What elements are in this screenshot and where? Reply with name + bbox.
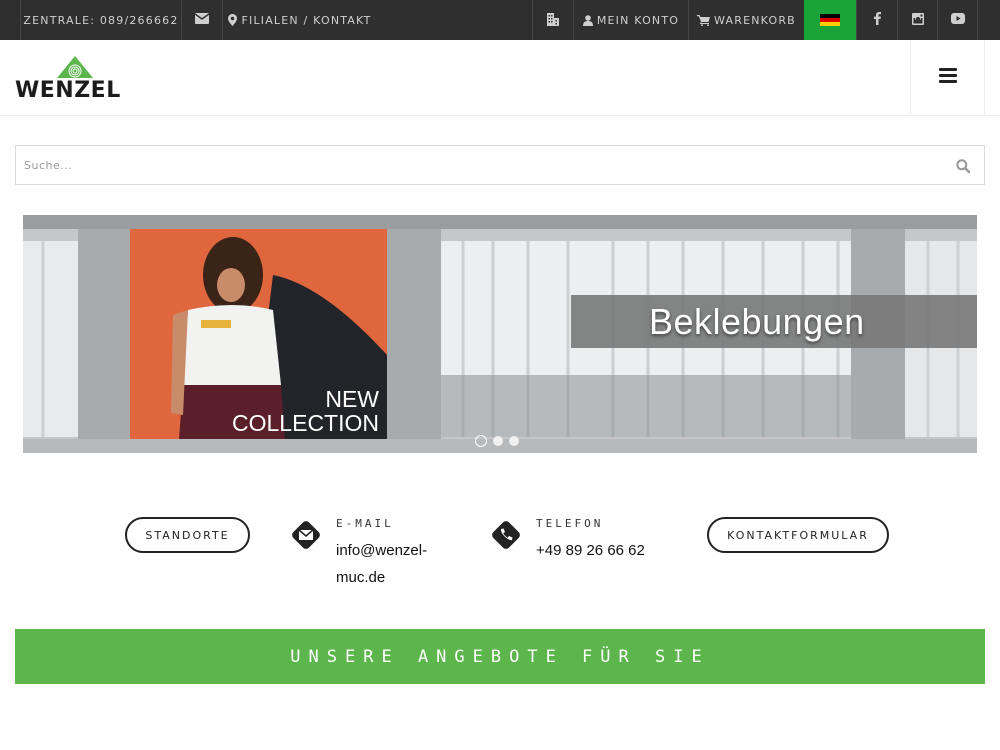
phone-text: ZENTRALE: 089/266662 (23, 13, 179, 27)
poster-line2: COLLECTION (232, 410, 379, 436)
phone-icon (490, 519, 522, 551)
slider-dot-1[interactable] (475, 435, 487, 447)
logo-wordmark: WENZEL (15, 78, 121, 103)
email-label: E-MAIL (336, 517, 394, 530)
facebook-icon (873, 12, 881, 28)
phone-value[interactable]: +49 89 26 66 62 (536, 537, 645, 564)
email-line1: info@wenzel- (336, 542, 428, 559)
search-input[interactable] (16, 146, 984, 184)
slider-dots (475, 435, 519, 447)
language-switch[interactable] (804, 0, 856, 40)
slider-dot-2[interactable] (493, 436, 503, 446)
email-button[interactable] (181, 0, 222, 40)
site-header: WENZEL (0, 40, 1000, 116)
youtube-icon (950, 13, 965, 27)
phone-link[interactable]: ZENTRALE: 089/266662 (20, 0, 181, 40)
search-icon (956, 158, 971, 177)
facebook-link[interactable] (856, 0, 897, 40)
company-button[interactable] (532, 0, 573, 40)
top-bar: ZENTRALE: 089/266662 FILIALEN / KONTAKT … (0, 0, 1000, 40)
offers-heading: UNSERE ANGEBOTE FÜR SIE (15, 629, 985, 684)
locations-button[interactable]: STANDORTE (125, 517, 250, 553)
user-icon (582, 14, 593, 26)
hero-slider[interactable]: NEW COLLECTION Beklebungen (23, 215, 977, 453)
map-marker-icon (228, 14, 238, 26)
email-icon (290, 519, 322, 551)
email-value[interactable]: info@wenzel- muc.de (336, 537, 427, 591)
hamburger-icon (938, 68, 957, 87)
menu-button[interactable] (910, 40, 985, 115)
phone-label: TELEFON (536, 517, 604, 530)
account-text: MEIN KONTO (596, 13, 680, 27)
contact-form-button[interactable]: KONTAKTFORMULAR (707, 517, 889, 553)
cart-text: WARENKORB (714, 13, 796, 27)
building-icon (546, 12, 560, 29)
cart-icon (697, 14, 711, 26)
slide-caption: Beklebungen (571, 295, 977, 348)
german-flag-icon (820, 13, 840, 27)
site-logo[interactable]: WENZEL (15, 56, 135, 102)
envelope-icon (194, 13, 210, 27)
poster-line1: NEW (325, 386, 379, 412)
slider-dot-3[interactable] (509, 436, 519, 446)
search-bar (15, 145, 985, 185)
youtube-link[interactable] (937, 0, 978, 40)
email-line2: muc.de (336, 569, 386, 586)
instagram-link[interactable] (897, 0, 937, 40)
search-button[interactable] (956, 158, 972, 174)
account-link[interactable]: MEIN KONTO (573, 0, 688, 40)
locations-link[interactable]: FILIALEN / KONTAKT (222, 0, 377, 40)
cart-link[interactable]: WARENKORB (688, 0, 804, 40)
locations-text: FILIALEN / KONTAKT (241, 13, 372, 27)
instagram-icon (911, 12, 924, 28)
tree-logo-icon (57, 56, 93, 78)
